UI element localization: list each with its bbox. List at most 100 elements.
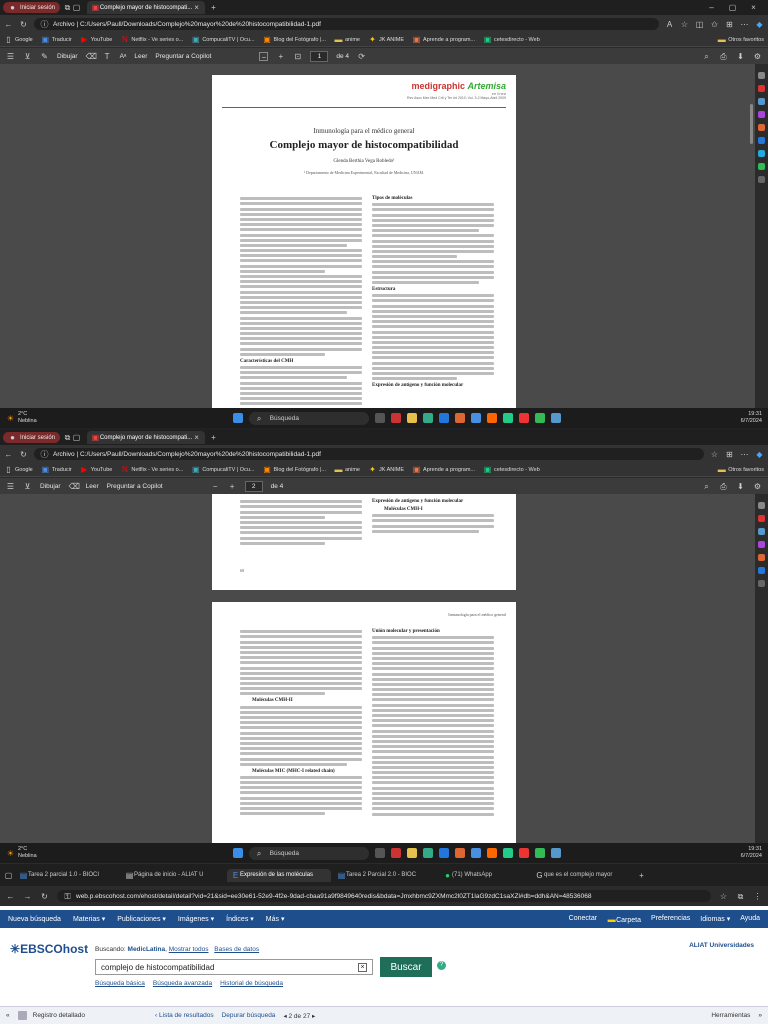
shopping-icon[interactable] [758, 515, 765, 522]
zoom-out-icon[interactable]: − [211, 482, 220, 491]
contents-icon[interactable]: ☰ [6, 482, 15, 491]
search-button[interactable]: Buscar [380, 957, 432, 977]
read-aloud-icon[interactable]: A [665, 20, 674, 29]
copilot-icon[interactable]: ◆ [755, 20, 764, 29]
favorite-icon[interactable]: ☆ [680, 20, 689, 29]
tab-actions-icon[interactable]: ▢ [72, 3, 81, 12]
workspaces-icon[interactable]: ⧉ [63, 3, 72, 12]
bookmark[interactable]: ▣ Aprende a program... [412, 465, 475, 474]
app-icon[interactable] [470, 848, 481, 858]
app-icon[interactable] [534, 848, 545, 858]
nav-mas[interactable]: Más ▾ [266, 915, 285, 923]
extensions-icon[interactable]: ⧉ [736, 892, 745, 901]
tab-actions-icon[interactable]: ▢ [4, 871, 13, 880]
shopping-icon[interactable] [758, 85, 765, 92]
search-field[interactable]: complejo de histocompatibilidad × [95, 959, 373, 975]
browser-tab[interactable]: ▤ Tarea 2 Parcial 2.0 - BIOC [333, 869, 437, 882]
erase-icon[interactable]: ⌫ [86, 52, 97, 61]
bookmark[interactable]: ▣ Blog del Fotógrafo |... [262, 35, 326, 44]
other-bookmarks[interactable]: ▬ Otros favoritos [717, 35, 764, 44]
rotate-icon[interactable]: ⟳ [357, 52, 366, 61]
search-icon[interactable]: ⌕ [702, 52, 711, 61]
browser-tab[interactable]: Gque es el complejo mayor [531, 869, 635, 882]
databases-link[interactable]: Bases de datos [214, 946, 259, 953]
window-close-icon[interactable]: × [749, 3, 758, 12]
tools-icon[interactable] [758, 98, 765, 105]
app-icon[interactable] [374, 848, 385, 858]
save-icon[interactable]: ⬇ [736, 482, 745, 491]
nav-preferencias[interactable]: Preferencias [651, 915, 690, 924]
add-icon[interactable] [758, 580, 765, 587]
app-icon[interactable] [454, 848, 465, 858]
new-tab-icon[interactable]: + [209, 433, 218, 442]
nav-idiomas[interactable]: Idiomas ▾ [700, 915, 730, 924]
bookmark[interactable]: ▣ cetesdirecto - Web [483, 35, 540, 44]
browser-tab[interactable]: ▤ Tarea 2 parcial 1.0 - BIOCI [15, 869, 119, 882]
tab-pdf[interactable]: ▣ Complejo mayor de histocompati... × [87, 1, 206, 14]
outlook-icon[interactable] [758, 137, 765, 144]
favorite-icon[interactable]: ☆ [719, 892, 728, 901]
start-icon[interactable] [232, 413, 243, 423]
zoom-in-icon[interactable]: + [228, 482, 237, 491]
page-number-input[interactable]: 1 [310, 50, 329, 62]
highlight-icon[interactable]: ✎ [40, 52, 49, 61]
app-icon[interactable] [518, 848, 529, 858]
games-icon[interactable] [758, 541, 765, 548]
url-field[interactable]: ⓘ Archivo | C:/Users/Paull/Downloads/Comp… [34, 18, 659, 30]
back-icon[interactable]: ← [4, 20, 13, 29]
nav-imagenes[interactable]: Imágenes ▾ [178, 915, 214, 923]
app-icon[interactable] [502, 413, 513, 423]
pdf-viewer[interactable]: medigraphic Artemisa en línea Rev Asoc M… [0, 64, 755, 408]
favorites-icon[interactable]: ✩ [710, 20, 719, 29]
nav-new-search[interactable]: Nueva búsqueda [8, 916, 61, 923]
bookmark[interactable]: ▶ YouTube [80, 465, 112, 474]
telegram-icon[interactable] [758, 150, 765, 157]
outlook-icon[interactable] [758, 567, 765, 574]
close-icon[interactable]: × [192, 433, 201, 442]
app-icon[interactable] [550, 413, 561, 423]
menu-icon[interactable]: ⋯ [740, 20, 749, 29]
nav-conectar[interactable]: Conectar [569, 915, 597, 924]
text-size-button[interactable]: Aᵃ [120, 53, 127, 60]
app-icon[interactable] [374, 413, 385, 423]
app-icon[interactable] [486, 848, 497, 858]
forward-icon[interactable]: → [23, 892, 32, 901]
bookmark[interactable]: ▯ Google [4, 35, 32, 44]
zoom-in-icon[interactable]: + [276, 52, 285, 61]
copilot-icon[interactable]: ◆ [755, 450, 764, 459]
app-icon[interactable] [502, 848, 513, 858]
bookmark[interactable]: ▶ YouTube [80, 35, 112, 44]
bookmark[interactable]: ✦ JK ANIME [368, 35, 404, 44]
settings-icon[interactable]: ⚙ [753, 482, 762, 491]
expand-icon[interactable]: » [758, 1012, 762, 1019]
refresh-icon[interactable]: ↻ [19, 20, 28, 29]
other-bookmarks[interactable]: ▬ Otros favoritos [717, 465, 764, 474]
weather[interactable]: 2°C Neblina [18, 411, 37, 425]
browser-tab[interactable]: ▤ Página de inicio - ALIAT U [121, 869, 225, 882]
bookmark[interactable]: ▣ Traducir [41, 35, 71, 44]
search-icon[interactable]: ⌕ [702, 482, 711, 491]
copilot-button[interactable]: Preguntar a Copilot [155, 53, 211, 60]
nav-carpeta[interactable]: ▬Carpeta [607, 915, 641, 924]
bookmark[interactable]: ✦ JK ANIME [368, 465, 404, 474]
print-icon[interactable]: ⎙ [719, 52, 728, 61]
app-icon[interactable] [486, 413, 497, 423]
app-icon[interactable] [422, 848, 433, 858]
search-history-link[interactable]: Historial de búsqueda [220, 980, 283, 987]
menu-icon[interactable]: ⋮ [753, 892, 762, 901]
nav-materias[interactable]: Materias ▾ [73, 915, 105, 923]
filter-icon[interactable]: ⊻ [23, 482, 32, 491]
new-tab-icon[interactable]: + [637, 871, 646, 880]
bookmark[interactable]: ▣ Blog del Fotógrafo |... [262, 465, 326, 474]
scrollbar[interactable] [750, 104, 753, 144]
pdf-viewer[interactable]: Expresión de antígeno y función molecula… [0, 494, 755, 843]
bookmark[interactable]: ▬ anime [334, 35, 359, 44]
add-icon[interactable] [758, 176, 765, 183]
menu-icon[interactable]: ⋯ [740, 450, 749, 459]
collections-icon[interactable]: ⊞ [725, 20, 734, 29]
bookmark[interactable]: N Netflix - Ve series o... [120, 35, 183, 44]
fit-icon[interactable]: ⊡ [293, 52, 302, 61]
read-aloud-button[interactable]: Leer [86, 483, 99, 490]
tab-pdf[interactable]: ▣ Complejo mayor de histocompati... × [87, 431, 206, 444]
clock[interactable]: 19:31 6/7/2024 [741, 411, 762, 425]
